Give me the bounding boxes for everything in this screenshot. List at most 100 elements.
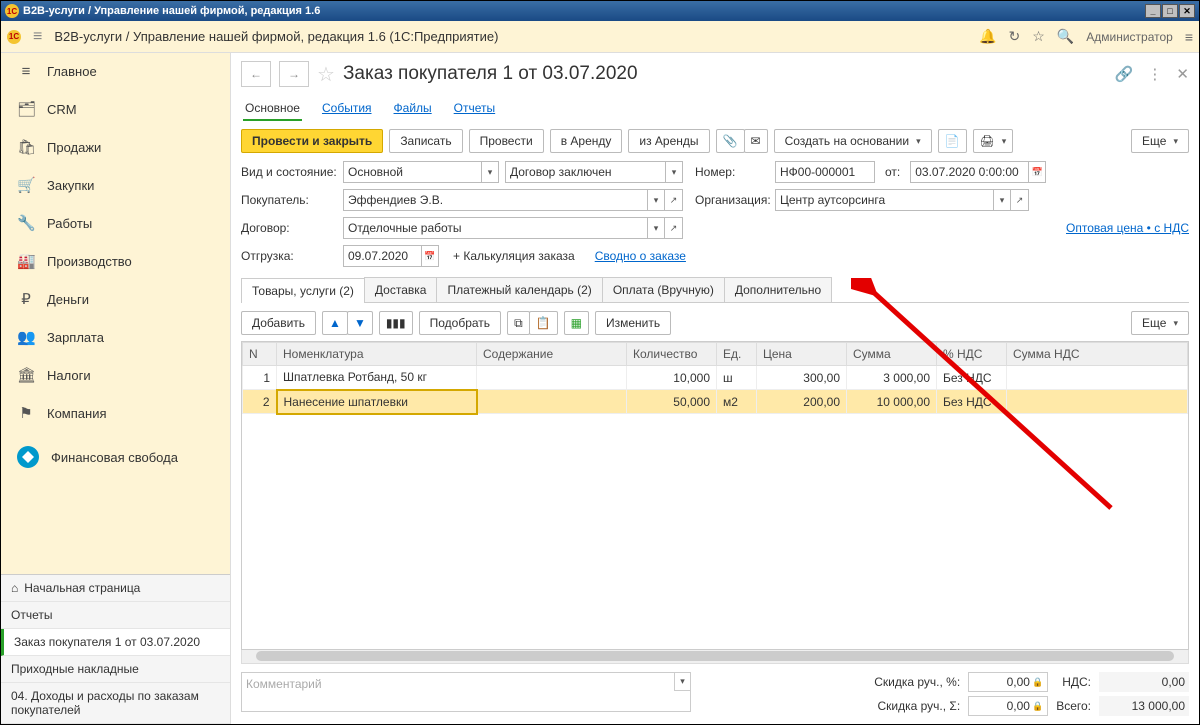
grid-tab-delivery[interactable]: Доставка [364,277,438,302]
grid-tab-payment-cal[interactable]: Платежный календарь (2) [436,277,602,302]
sidebar-item-taxes[interactable]: 🏛Налоги [1,356,230,394]
pick-button[interactable]: Подобрать [419,311,501,335]
sidebar-item-finfreedom[interactable]: Финансовая свобода [1,436,230,478]
paste-button[interactable]: 📋 [529,311,558,335]
bell-icon[interactable]: 🔔 [979,28,996,45]
maximize-button[interactable]: □ [1162,4,1178,18]
state-input[interactable]: Договор заключен [505,161,665,183]
order-summary-link[interactable]: Сводно о заказе [595,249,686,263]
create-based-on-button[interactable]: Создать на основании [774,129,932,153]
settings-icon[interactable]: ≡ [1185,29,1193,45]
copy-button[interactable]: ⧉ [507,311,530,335]
minimize-button[interactable]: _ [1145,4,1161,18]
more-button[interactable]: Еще [1131,129,1189,153]
nav-forward-button[interactable]: → [279,61,309,87]
grid-tab-payment-manual[interactable]: Оплата (Вручную) [602,277,725,302]
subtab-files[interactable]: Файлы [392,97,434,121]
col-n[interactable]: N [243,343,277,366]
grid-settings-button[interactable]: ▦ [564,311,589,335]
state-dropdown-button[interactable]: ▾ [665,161,683,183]
to-rent-button[interactable]: в Аренду [550,129,623,153]
post-button[interactable]: Провести [469,129,544,153]
star-icon[interactable]: ☆ [1032,28,1045,45]
save-button[interactable]: Записать [389,129,462,153]
date-input[interactable]: 03.07.2020 0:00:00 [910,161,1028,183]
table-row[interactable]: 2 Нанесение шпатлевки 50,000 м2 200,00 1… [243,390,1188,414]
col-unit[interactable]: Ед. [717,343,757,366]
move-down-button[interactable]: ▼ [347,311,373,335]
search-icon[interactable]: 🔍 [1057,28,1074,45]
contract-open-button[interactable]: ↗ [665,217,683,239]
org-dropdown-button[interactable]: ▾ [993,189,1011,211]
grid-more-button[interactable]: Еще [1131,311,1189,335]
col-price[interactable]: Цена [757,343,847,366]
print-button[interactable]: 🖨 [973,129,1014,153]
comment-dropdown-button[interactable]: ▾ [674,673,690,691]
open-window-home[interactable]: ⌂Начальная страница [1,575,230,602]
table-row[interactable]: 1 Шпатлевка Ротбанд, 50 кг 10,000 ш 300,… [243,366,1188,390]
link-icon[interactable]: 🔗 [1115,65,1134,83]
contract-input[interactable]: Отделочные работы [343,217,647,239]
open-window-report04[interactable]: 04. Доходы и расходы по заказам покупате… [1,683,230,724]
subtab-reports[interactable]: Отчеты [452,97,497,121]
user-label[interactable]: Администратор [1086,30,1173,44]
sidebar-item-sales[interactable]: 🛍Продажи [1,128,230,166]
kind-input[interactable]: Основной [343,161,481,183]
move-up-button[interactable]: ▲ [322,311,348,335]
ship-date-input[interactable]: 09.07.2020 [343,245,421,267]
col-vat[interactable]: % НДС [937,343,1007,366]
number-input[interactable]: НФ00-000001 [775,161,875,183]
sidebar-item-main[interactable]: ≡Главное [1,53,230,90]
col-sum[interactable]: Сумма [847,343,937,366]
edit-button[interactable]: Изменить [595,311,671,335]
grid-tab-items[interactable]: Товары, услуги (2) [241,278,365,303]
nav-back-button[interactable]: ← [241,61,271,87]
col-vatsum[interactable]: Сумма НДС [1007,343,1188,366]
buyer-input[interactable]: Эффендиев Э.В. [343,189,647,211]
subtab-events[interactable]: События [320,97,374,121]
subtab-main[interactable]: Основное [243,97,302,121]
price-link[interactable]: Оптовая цена • с НДС [1066,221,1189,235]
disc-pct-input[interactable]: 0,00🔒 [968,672,1048,692]
close-window-button[interactable]: ✕ [1179,4,1195,18]
open-window-reports[interactable]: Отчеты [1,602,230,629]
col-content[interactable]: Содержание [477,343,627,366]
report-button[interactable]: 📄 [938,129,967,153]
menu-icon[interactable]: ≡ [29,28,46,46]
items-grid[interactable]: N Номенклатура Содержание Количество Ед.… [241,341,1189,650]
add-row-button[interactable]: Добавить [241,311,316,335]
close-doc-button[interactable]: ✕ [1176,65,1189,83]
sidebar-item-salary[interactable]: 👥Зарплата [1,318,230,356]
sidebar-item-money[interactable]: ₽Деньги [1,280,230,318]
favorite-toggle[interactable]: ☆ [317,62,335,87]
ship-calendar-button[interactable]: 📅 [421,245,439,267]
open-window-order[interactable]: Заказ покупателя 1 от 03.07.2020 [1,629,230,656]
kind-dropdown-button[interactable]: ▾ [481,161,499,183]
contract-dropdown-button[interactable]: ▾ [647,217,665,239]
more-icon[interactable]: ⋮ [1147,65,1162,83]
barcode-button[interactable]: ▮▮▮ [379,311,413,335]
comment-input[interactable]: Комментарий ▾ [241,672,691,712]
sidebar-item-purchases[interactable]: 🛒Закупки [1,166,230,204]
sidebar-item-crm[interactable]: 🗂CRM [1,90,230,128]
sidebar-item-company[interactable]: ⚑Компания [1,394,230,432]
attach-button[interactable]: 📎 [716,129,745,153]
col-item[interactable]: Номенклатура [277,343,477,366]
grid-horizontal-scrollbar[interactable] [241,650,1189,664]
org-input[interactable]: Центр аутсорсинга [775,189,993,211]
grid-tab-additional[interactable]: Дополнительно [724,277,832,302]
buyer-open-button[interactable]: ↗ [665,189,683,211]
mail-button[interactable]: ✉ [744,129,768,153]
org-open-button[interactable]: ↗ [1011,189,1029,211]
from-rent-button[interactable]: из Аренды [628,129,709,153]
history-icon[interactable]: ↻ [1009,28,1021,45]
calc-label[interactable]: + Калькуляция заказа [453,249,575,263]
sidebar-item-works[interactable]: 🔧Работы [1,204,230,242]
buyer-dropdown-button[interactable]: ▾ [647,189,665,211]
sidebar-item-production[interactable]: 🏭Производство [1,242,230,280]
post-and-close-button[interactable]: Провести и закрыть [241,129,383,153]
disc-sum-input[interactable]: 0,00🔒 [968,696,1048,716]
col-qty[interactable]: Количество [627,343,717,366]
date-calendar-button[interactable]: 📅 [1028,161,1046,183]
open-window-invoices[interactable]: Приходные накладные [1,656,230,683]
